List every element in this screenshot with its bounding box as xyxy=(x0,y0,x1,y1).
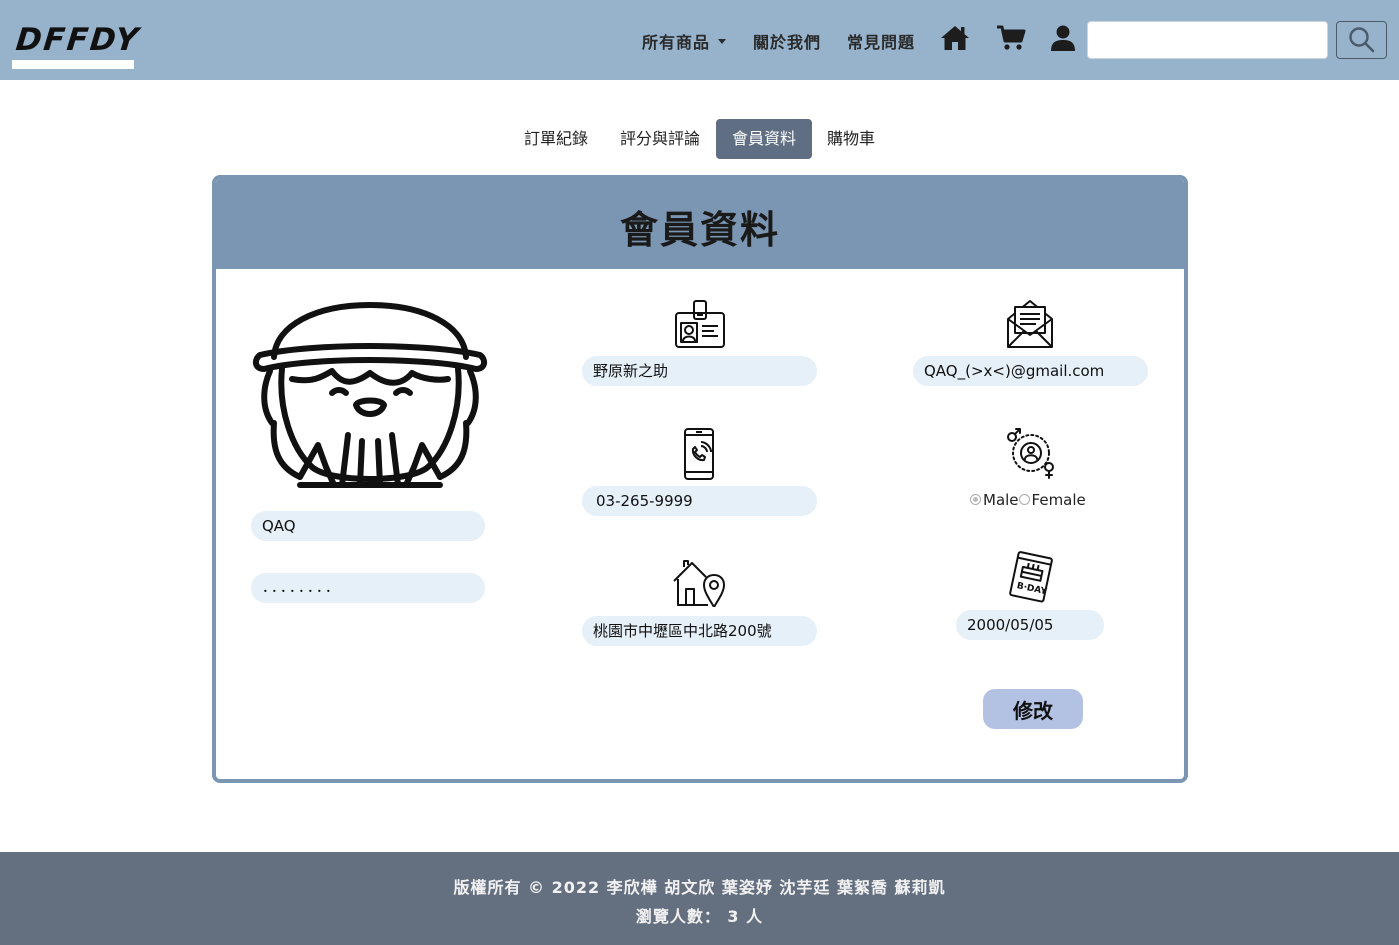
logo-underline xyxy=(12,60,134,69)
nav-all-products-dropdown[interactable]: 所有商品 xyxy=(642,29,727,53)
house-location-icon xyxy=(672,557,728,611)
svg-text:B·DAY: B·DAY xyxy=(1016,581,1048,597)
birthday-card-icon: B·DAY xyxy=(1008,549,1056,609)
cartoon-avatar-icon xyxy=(252,299,488,495)
tab-member-profile[interactable]: 會員資料 xyxy=(716,119,813,159)
search-button[interactable] xyxy=(1336,21,1387,59)
home-icon[interactable] xyxy=(940,24,970,56)
navbar: DFFDY 所有商品 關於我們 常見問題 xyxy=(0,0,1399,80)
gender-radio-group: Male Female xyxy=(970,491,1086,509)
profile-title: 會員資料 xyxy=(619,208,780,252)
phone-field[interactable]: 03-265-9999 xyxy=(582,486,817,516)
logo-text: DFFDY xyxy=(14,22,142,58)
search-input[interactable] xyxy=(1087,21,1328,59)
address-field[interactable]: 桃園市中壢區中北路200號 xyxy=(582,616,817,646)
password-field[interactable]: ．．．．．．．． xyxy=(251,573,485,603)
email-field[interactable]: QAQ_(>x<)@gmail.com xyxy=(913,356,1148,386)
gender-female-label[interactable]: Female xyxy=(1032,491,1086,509)
tab-order-history[interactable]: 訂單紀錄 xyxy=(508,119,604,159)
cart-icon[interactable] xyxy=(996,24,1026,56)
footer: 版權所有 © 2022 李欣樺 胡文欣 葉姿妤 沈芋廷 葉絮喬 蘇莉凱 瀏覽人數… xyxy=(0,852,1399,945)
nav-all-products-label: 所有商品 xyxy=(642,33,711,52)
nav-faq[interactable]: 常見問題 xyxy=(847,29,915,53)
gender-icon xyxy=(1005,427,1057,483)
copyright-text: 版權所有 © 2022 李欣樺 胡文欣 葉姿妤 沈芋廷 葉絮喬 蘇莉凱 xyxy=(453,878,946,897)
phone-icon xyxy=(682,427,716,485)
name-field[interactable]: 野原新之助 xyxy=(582,356,817,386)
tab-shopping-cart[interactable]: 購物車 xyxy=(811,119,891,159)
brand-logo[interactable]: DFFDY xyxy=(12,20,142,70)
profile-card-header: 會員資料 xyxy=(216,179,1184,269)
gender-female-radio[interactable] xyxy=(1018,494,1030,505)
search-icon xyxy=(1349,27,1375,53)
username-field[interactable]: QAQ xyxy=(251,511,485,541)
gender-male-label[interactable]: Male xyxy=(983,491,1019,509)
visitor-count: 瀏覽人數： 3 人 xyxy=(635,907,764,926)
tab-ratings-reviews[interactable]: 評分與評論 xyxy=(604,119,716,159)
id-card-icon xyxy=(674,297,726,355)
birthday-field[interactable]: 2000/05/05 xyxy=(956,610,1104,640)
gender-male-radio[interactable] xyxy=(970,494,981,505)
nav-about-us[interactable]: 關於我們 xyxy=(753,29,821,53)
profile-card: 會員資料 QAQ ．．．．．．．． 野原新之助 03-265-9999 桃園市中… xyxy=(212,175,1188,783)
user-icon[interactable] xyxy=(1050,24,1076,56)
edit-button[interactable]: 修改 xyxy=(983,689,1083,729)
caret-down-icon xyxy=(718,39,727,44)
envelope-icon xyxy=(1006,297,1054,355)
